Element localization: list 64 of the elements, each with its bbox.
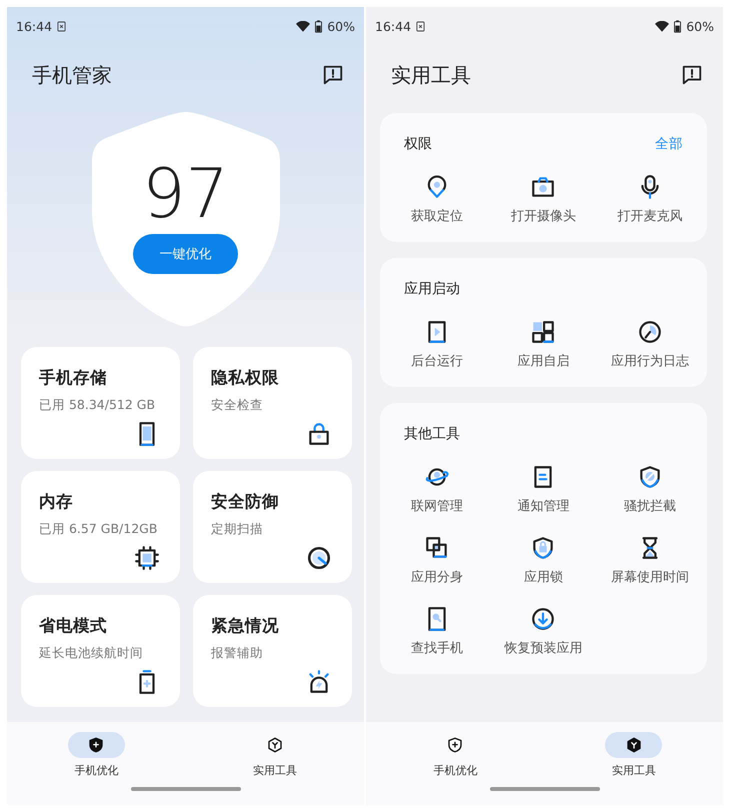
card-title: 紧急情况 <box>211 615 280 637</box>
card-title: 手机存储 <box>39 367 108 389</box>
feature-card[interactable]: 紧急情况 报警辅助 <box>193 595 352 707</box>
tool-label[interactable]: 联网管理 <box>411 498 464 516</box>
card-subtitle: 安全检查 <box>211 397 264 414</box>
card-title: 安全防御 <box>211 491 280 513</box>
card-subtitle: 已用 58.34/512 GB <box>39 397 156 414</box>
section-title: 其他工具 <box>404 425 460 443</box>
tool-label[interactable]: 打开麦克风 <box>617 208 682 226</box>
page-title: 实用工具 <box>391 62 471 88</box>
tool-label[interactable]: 应用自启 <box>517 353 570 371</box>
card-title: 省电模式 <box>39 615 108 637</box>
feature-card[interactable]: 隐私权限 安全检查 <box>193 347 352 459</box>
tool-label[interactable]: 通知管理 <box>517 498 570 516</box>
battery-percentage: 60% <box>327 18 355 34</box>
card-subtitle: 定期扫描 <box>211 521 264 538</box>
section-title: 权限 <box>404 135 432 153</box>
tool-label[interactable]: 恢复预装应用 <box>504 640 582 658</box>
battery-icon <box>674 20 682 32</box>
tool-label[interactable]: 应用锁 <box>524 569 563 587</box>
status-time: 16:44 <box>16 18 52 34</box>
card-subtitle: 延长电池续航时间 <box>39 645 144 662</box>
feature-card[interactable]: 省电模式 延长电池续航时间 <box>21 595 180 707</box>
hexagon-icon <box>624 736 643 754</box>
tool-label[interactable]: 获取定位 <box>411 208 464 226</box>
download-icon[interactable] <box>530 606 556 632</box>
battery-percentage: 60% <box>686 18 714 34</box>
nav-tab[interactable]: 实用工具 <box>578 732 689 778</box>
gauge-icon <box>306 545 332 571</box>
feature-card[interactable]: 手机存储 已用 58.34/512 GB <box>21 347 180 459</box>
tool-label[interactable]: 屏幕使用时间 <box>610 569 689 587</box>
wifi-icon <box>296 20 310 32</box>
tool-label[interactable]: 查找手机 <box>411 640 464 658</box>
tool-label[interactable]: 骚扰拦截 <box>624 498 676 516</box>
tool-label[interactable]: 应用分身 <box>411 569 464 587</box>
wifi-icon <box>655 20 670 32</box>
chip-icon <box>134 545 160 571</box>
feature-card[interactable]: 安全防御 定期扫描 <box>193 471 352 583</box>
shield-plus-icon <box>446 736 464 754</box>
card-subtitle: 报警辅助 <box>211 645 264 662</box>
shield-plus-icon <box>87 736 106 754</box>
tool-label[interactable]: 应用行为日志 <box>610 353 689 371</box>
card-title: 内存 <box>39 491 74 513</box>
tool-label[interactable]: 后台运行 <box>411 353 464 371</box>
sim-icon <box>57 20 66 32</box>
page-title: 手机管家 <box>32 62 112 88</box>
score: 97 <box>142 158 229 232</box>
card-title: 隐私权限 <box>211 367 280 389</box>
feedback-icon[interactable] <box>322 64 344 86</box>
optimize-button[interactable]: 一键优化 <box>133 234 238 274</box>
tool-label[interactable]: 打开摄像头 <box>510 208 576 226</box>
card-subtitle: 已用 6.57 GB/12GB <box>39 521 158 538</box>
grid-icon[interactable] <box>530 319 556 345</box>
clock-icon[interactable] <box>636 319 663 345</box>
status-time: 16:44 <box>375 18 412 34</box>
nav-tab[interactable]: 实用工具 <box>220 732 330 778</box>
feedback-icon[interactable] <box>681 64 703 86</box>
feature-card[interactable]: 内存 已用 6.57 GB/12GB <box>21 471 180 583</box>
sim-icon <box>416 20 426 32</box>
battery-icon <box>315 20 322 32</box>
nav-tab[interactable]: 手机优化 <box>41 732 152 778</box>
section-title: 应用启动 <box>404 280 460 298</box>
hexagon-icon <box>266 736 284 754</box>
nav-tab[interactable]: 手机优化 <box>400 732 510 778</box>
